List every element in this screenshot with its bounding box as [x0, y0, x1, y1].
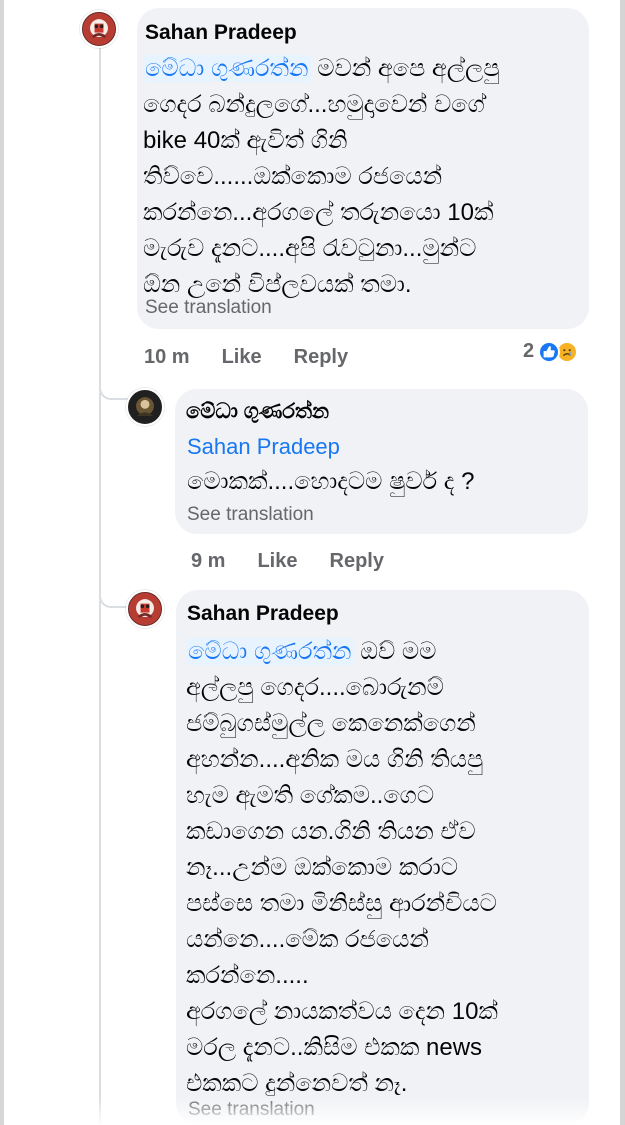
mention-link[interactable]: Sahan Pradeep [187, 431, 340, 463]
comment-text: මේධා ගුණරත්න මවන් අපෙ අල්ලපු ගෙදර බන්දුල… [143, 51, 583, 303]
reply-line: කඩාගෙන යන.ගිනි තියන ඒව [186, 818, 476, 845]
see-translation-link[interactable]: See translation [188, 1096, 315, 1124]
mention-link[interactable]: මේධා ගුණරත්න [143, 55, 311, 82]
like-reaction-icon [538, 340, 561, 363]
profile-photo-icon [128, 390, 162, 424]
main-thread-line [99, 46, 101, 1125]
comment-line: bike 40ක් ඇවිත් ගිනි [143, 127, 348, 154]
profile-photo-icon [82, 12, 116, 46]
reply-line: මේධා ගුණරත්න ඔව් මම [186, 634, 582, 670]
comment-thread-screenshot: Sahan Pradeep මේධා ගුණරත්න මවන් අපෙ අල්ල… [0, 0, 625, 1125]
reply-branch-line [99, 382, 129, 400]
comment-line: ගෙදර බන්දුලගේ...හමුදාවෙන් වගේ [143, 91, 485, 118]
reply-text-fragment: ඔව් මම [360, 638, 437, 665]
mention-link[interactable]: මේධා ගුණරත්න [186, 638, 354, 665]
reply-line: හැම ඇමති ගේකම..ගෙට [186, 782, 435, 809]
reply-line: යන්නෙ....මේක රජයෙන් [186, 926, 429, 953]
profile-avatar[interactable] [126, 388, 164, 426]
like-button[interactable]: Like [222, 344, 262, 370]
reply-line: නෑ...උන්ම ඔක්කොම කරාට [186, 854, 458, 881]
reply-line: අරගලේ නායකත්වය දෙන 10ක් [186, 998, 498, 1025]
reply-branch-line [99, 590, 129, 608]
reply-line: මරල දැනට..කිසිම එකක news [186, 1034, 483, 1061]
reply-actions: 9 m Like Reply [191, 548, 384, 574]
reply-line: අහන්න....අනික මය ගිනි තියපු [186, 746, 484, 773]
profile-avatar[interactable] [80, 10, 118, 48]
reply-line: පස්සෙ තමා මිනිස්සු ආරන්චියට [186, 890, 497, 917]
comment-author-name[interactable]: Sahan Pradeep [145, 19, 297, 47]
comment-actions: 10 m Like Reply [144, 344, 348, 370]
comment-timestamp: 10 m [144, 346, 190, 368]
reaction-count: 2 [523, 340, 535, 362]
reaction-summary[interactable]: 2 [523, 340, 579, 363]
reply-button[interactable]: Reply [294, 344, 348, 370]
reply-button[interactable]: Reply [330, 548, 384, 574]
reply-text: මේධා ගුණරත්න ඔව් මම අල්ලපු ගෙදර....බොරුන… [186, 634, 582, 1102]
profile-photo-icon [128, 592, 162, 626]
reply-bubble: Sahan Pradeep මේධා ගුණරත්න ඔව් මම අල්ලපු… [176, 590, 589, 1125]
see-translation-link[interactable]: See translation [187, 501, 314, 529]
reply-bubble: මේධා ගුණරත්න Sahan Pradeep මොකක්....හොදට… [175, 389, 588, 534]
reply-line: කරන්නෙ..... [186, 962, 309, 989]
comment-line: කරන්නෙ...අරගලේ තරුනයො 10ක් [143, 199, 494, 226]
like-button[interactable]: Like [257, 548, 297, 574]
reply-timestamp: 9 m [191, 550, 226, 572]
reply-author-name[interactable]: මේධා ගුණරත්න [186, 398, 329, 426]
comment-line: මැරුව දැනට....අපි රැවටුනා...මුන්ට [143, 235, 477, 262]
reply-text: මොකක්....හොදටම ෂුවර් ද ? [187, 468, 475, 495]
see-translation-link[interactable]: See translation [145, 294, 272, 322]
comment-bubble: Sahan Pradeep මේධා ගුණරත්න මවන් අපෙ අල්ල… [137, 8, 589, 329]
comment-text-fragment: මවන් අපෙ අල්ලපු [317, 55, 500, 82]
comment-line: තිව්වෙ......ඔක්කොම රජයෙන් [143, 163, 443, 190]
reply-line: ජම්බුගස්මුල්ල කෙනෙක්ගෙන් [186, 710, 476, 737]
profile-avatar[interactable] [126, 590, 164, 628]
reply-author-name[interactable]: Sahan Pradeep [187, 600, 339, 628]
comment-line: මේධා ගුණරත්න මවන් අපෙ අල්ලපු [143, 51, 583, 87]
reply-line: අල්ලපු ගෙදර....බොරුනම් [186, 674, 444, 701]
